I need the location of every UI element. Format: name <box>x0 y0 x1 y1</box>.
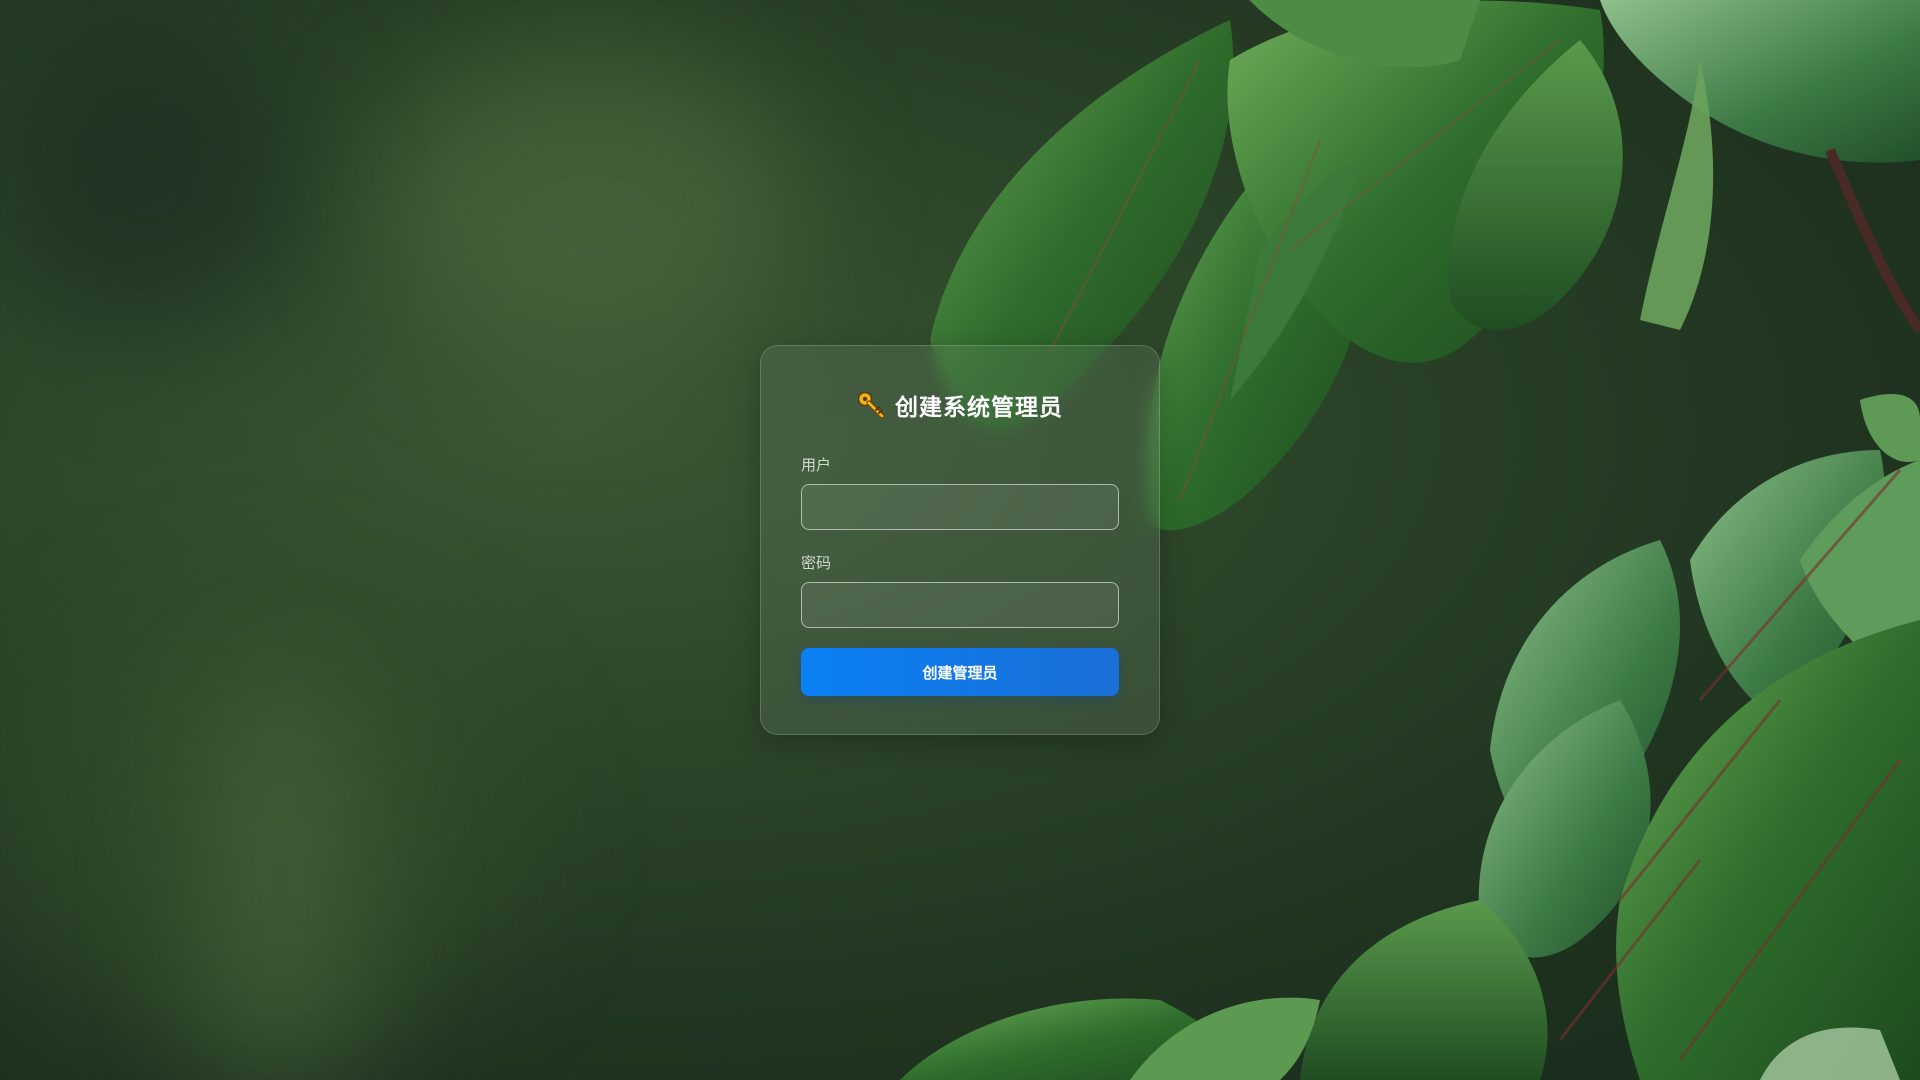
key-icon <box>857 391 885 419</box>
create-admin-card: 创建系统管理员 用户 密码 创建管理员 <box>760 345 1160 735</box>
username-input[interactable] <box>801 484 1119 530</box>
create-admin-button[interactable]: 创建管理员 <box>801 648 1119 696</box>
card-header: 创建系统管理员 <box>761 388 1159 422</box>
password-label: 密码 <box>801 554 832 572</box>
username-label: 用户 <box>801 456 832 474</box>
password-input[interactable] <box>801 582 1119 628</box>
page-title: 创建系统管理员 <box>895 395 1063 421</box>
